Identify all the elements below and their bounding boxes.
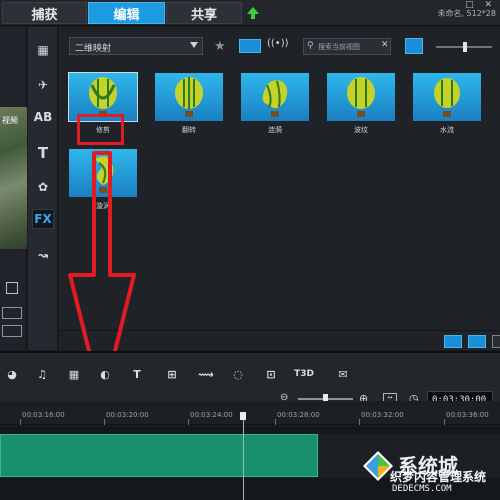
folder-dropdown[interactable]: 二维映射 [69, 37, 203, 55]
category-toolbar: ▦ ✈ AB T ✿ FX ↝ [28, 27, 58, 350]
preview-panel: 视频 [0, 27, 27, 350]
search-icon: ⚲ [307, 41, 314, 51]
filter-label: 翻转 [182, 126, 196, 134]
ruler-tick [444, 419, 445, 425]
search-input[interactable]: 搜索当前视图 [303, 38, 391, 55]
expand-icon[interactable] [492, 335, 500, 348]
preview-overlay-text: 视频 [2, 116, 18, 125]
ruler-tick [20, 419, 21, 425]
ruler-tick [104, 419, 105, 425]
subtitle-icon[interactable]: T [127, 365, 147, 383]
tab-edit[interactable]: 编辑 [88, 2, 165, 24]
balloon-icon [175, 77, 203, 117]
motion-icon[interactable]: ⟿ [196, 365, 216, 383]
show-audio-icon[interactable]: ((•)) [267, 38, 289, 54]
batch-icon[interactable]: ✉ [333, 365, 353, 383]
ruler-tick [359, 419, 360, 425]
ruler-tick [275, 419, 276, 425]
add-favorite-icon[interactable]: ★ [214, 39, 230, 55]
preview-image [0, 107, 27, 249]
color-palette-icon[interactable]: ◕ [2, 365, 22, 383]
media-icon[interactable]: ▦ [32, 40, 54, 60]
watermark-url: DEDECMS.COM [392, 484, 452, 494]
library-toolbar: 二维映射 ★ ((•)) 搜索当前视图 ⚲ ✕ [59, 37, 500, 61]
playhead-line [243, 420, 244, 500]
playhead-handle[interactable] [240, 412, 246, 420]
timeline-ruler[interactable]: 00:03:16:00 00:03:20:00 00:03:24:00 00:0… [0, 401, 500, 425]
filter-thumbnail[interactable]: 水流 [411, 71, 483, 139]
film-icon[interactable]: ▦ [64, 365, 84, 383]
filter-preview-image [155, 73, 223, 121]
filter-preview-image [327, 73, 395, 121]
options-icon[interactable] [468, 335, 486, 348]
3d-title-icon[interactable]: T3D [294, 365, 314, 383]
multi-camera-icon[interactable]: ⊞ [162, 365, 182, 383]
filter-preview-image [241, 73, 309, 121]
title-icon[interactable]: T [32, 143, 54, 163]
filter-label: 波纹 [354, 126, 368, 134]
filter-thumbnail[interactable]: 翻转 [153, 71, 225, 139]
duplicate-icon[interactable] [6, 282, 18, 294]
upload-arrow-icon[interactable] [246, 6, 260, 20]
ruler-label: 00:03:20:00 [106, 411, 149, 419]
highlight-box [77, 114, 124, 145]
folder-dropdown-value: 二维映射 [75, 44, 112, 54]
tab-share[interactable]: 共享 [166, 2, 242, 24]
graphics-icon[interactable]: ✿ [32, 177, 54, 197]
ruler-label: 00:03:28:00 [277, 411, 320, 419]
tab-capture[interactable]: 捕获 [2, 2, 87, 24]
watermark-subtitle: 织梦内容管理系统 [390, 470, 487, 484]
audio-mixer-icon[interactable]: ♫ [32, 365, 52, 383]
instant-project-icon[interactable]: ✈ [32, 75, 54, 95]
filter-label: 水流 [440, 126, 454, 134]
spin-field[interactable] [2, 325, 22, 337]
balloon-icon [262, 80, 288, 117]
record-icon[interactable]: ◐ [95, 365, 115, 383]
filter-label: 涟漪 [268, 126, 282, 134]
loop-icon[interactable]: ◌ [228, 365, 248, 383]
show-video-icon[interactable] [239, 39, 261, 53]
ruler-label: 00:03:24:00 [190, 411, 233, 419]
crop-icon[interactable]: ⊡ [261, 365, 281, 383]
close-icon[interactable]: ✕ [381, 40, 389, 50]
balloon-icon [434, 78, 460, 117]
ruler-tick [188, 419, 189, 425]
thumbnail-view-icon[interactable] [405, 38, 423, 54]
filter-preview-image [413, 73, 481, 121]
balloon-icon [347, 77, 375, 117]
chevron-down-icon [190, 42, 198, 48]
path-icon[interactable]: ↝ [32, 245, 54, 265]
project-info: 未命名, 512*28 [437, 9, 496, 18]
counter-field[interactable] [2, 307, 22, 319]
slider-handle[interactable] [463, 42, 467, 52]
transition-icon[interactable]: AB [32, 107, 54, 127]
timeline-toolbar: ◕ ♫ ▦ ◐ T ⊞ ⟿ ◌ ⊡ T3D ✉ ⊖ ⊕ ↔ ◷ 0:03:30:… [0, 351, 500, 408]
video-clip[interactable] [0, 434, 318, 477]
filter-thumbnail[interactable]: 波纹 [325, 71, 397, 139]
filter-fx-icon[interactable]: FX [32, 209, 54, 229]
top-tab-bar: 捕获 编辑 共享 □ ✕ 未命名, 512*28 [0, 0, 500, 26]
list-view-icon[interactable] [444, 335, 462, 348]
ruler-label: 00:03:16:00 [22, 411, 65, 419]
ruler-label: 00:03:32:00 [361, 411, 404, 419]
filter-thumbnail[interactable]: 涟漪 [239, 71, 311, 139]
ruler-label: 00:03:36:00 [446, 411, 489, 419]
